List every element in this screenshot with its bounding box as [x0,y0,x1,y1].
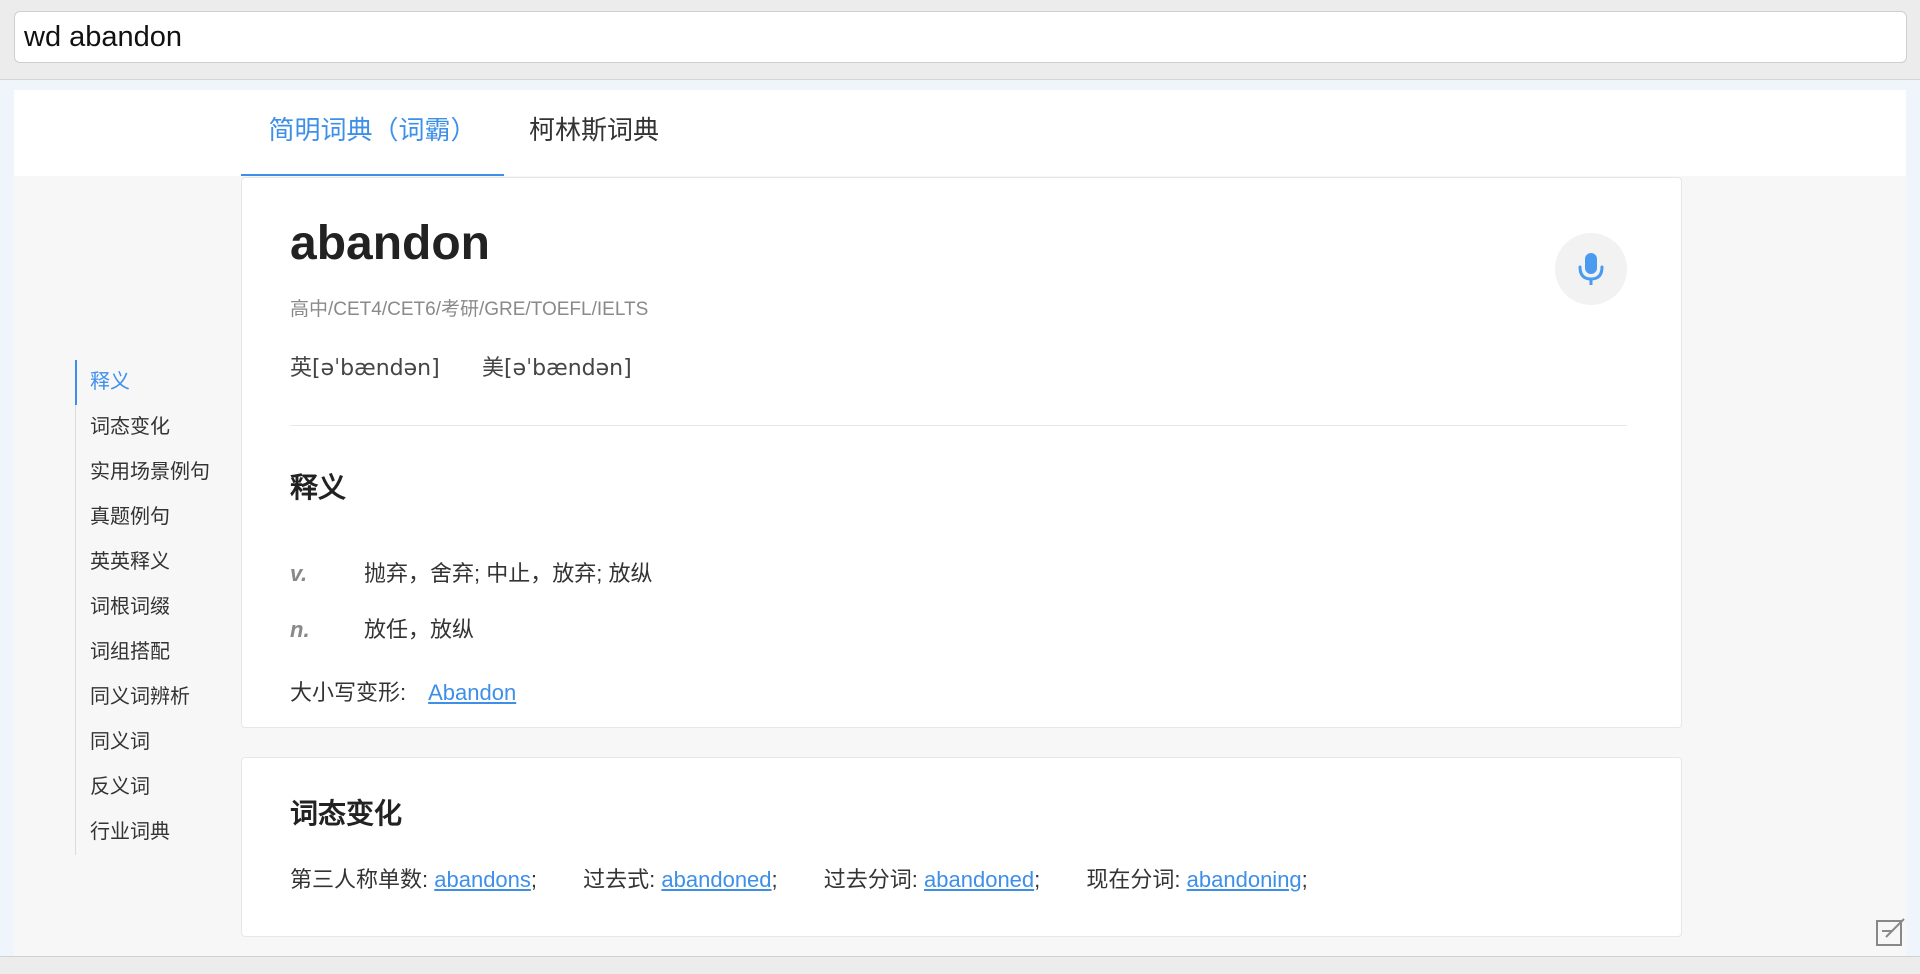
nav-item-synonyms[interactable]: 同义词 [76,720,235,765]
tab-jianming[interactable]: 简明词典（词霸） [241,90,504,176]
definition-row: v. 抛弃，舍弃; 中止，放弃; 放纵 [290,556,652,588]
inflections-card: 词态变化 第三人称单数: abandons; 过去式: abandoned; 过… [241,757,1682,937]
nav-item-industry-dictionary[interactable]: 行业词典 [76,810,235,855]
definition-text: 抛弃，舍弃; 中止，放弃; 放纵 [364,561,653,586]
nav-item-phrases[interactable]: 词组搭配 [76,630,235,675]
level-tags: 高中/CET4/CET6/考研/GRE/TOEFL/IELTS [290,299,649,320]
headword: abandon [290,217,490,270]
section-nav: 释义 词态变化 实用场景例句 真题例句 英英释义 词根词缀 词组搭配 同义词辨析… [75,360,235,855]
definitions-title: 释义 [290,472,347,503]
inflection-separator: ; [1301,867,1308,892]
inflection-third-person: 第三人称单数: abandons; [290,867,537,892]
part-of-speech: n. [290,617,310,642]
part-of-speech: v. [290,561,308,586]
phonetic-us: 美[əˈbændən] [482,356,632,381]
definition-row: n. 放任，放纵 [290,612,474,644]
inflection-present-participle: 现在分词: abandoning; [1086,867,1307,892]
inflection-link[interactable]: abandoned [924,867,1034,892]
inflection-label: 过去式: [583,867,656,892]
divider [290,425,1627,426]
content-area: 简明词典（词霸） 柯林斯词典 释义 词态变化 实用场景例句 真题例句 英英释义 … [0,80,1920,956]
inflection-label: 过去分词: [823,867,918,892]
nav-item-definitions[interactable]: 释义 [75,360,235,405]
inflection-separator: ; [1034,867,1041,892]
nav-item-synonym-analysis[interactable]: 同义词辨析 [76,675,235,720]
search-input[interactable] [14,11,1907,63]
query-bar [0,0,1920,80]
inflection-separator: ; [530,867,538,892]
inflection-label: 现在分词: [1086,867,1181,892]
case-variant-label: 大小写变形: [290,680,407,705]
inflections-title: 词态变化 [290,798,403,829]
inflection-link[interactable]: abandoned [661,867,771,892]
nav-item-antonyms[interactable]: 反义词 [76,765,235,810]
nav-item-english-definitions[interactable]: 英英释义 [76,540,235,585]
nav-item-scenario-examples[interactable]: 实用场景例句 [76,450,235,495]
phonetic-uk: 英[əˈbændən] [290,356,440,381]
nav-item-exam-examples[interactable]: 真题例句 [76,495,235,540]
inflection-past: 过去式: abandoned; [583,867,778,892]
inflection-separator: ; [771,867,778,892]
case-variant-row: 大小写变形: Abandon [290,675,516,707]
nav-item-roots-affixes[interactable]: 词根词缀 [76,585,235,630]
microphone-icon [1578,253,1604,285]
inflection-link[interactable]: abandoning [1187,867,1302,892]
bottom-edge [0,956,1920,974]
definition-card: abandon 高中/CET4/CET6/考研/GRE/TOEFL/IELTS … [241,177,1682,728]
edit-note-icon[interactable] [1874,915,1908,949]
definition-text: 放任，放纵 [364,617,475,642]
nav-item-inflections[interactable]: 词态变化 [76,405,235,450]
pronounce-button[interactable] [1555,233,1627,305]
inflection-label: 第三人称单数: [290,867,429,892]
tab-collins[interactable]: 柯林斯词典 [504,90,684,176]
dictionary-tabs: 简明词典（词霸） 柯林斯词典 [14,90,1906,176]
dictionary-page: 简明词典（词霸） 柯林斯词典 释义 词态变化 实用场景例句 真题例句 英英释义 … [14,90,1906,956]
inflection-link[interactable]: abandons [434,867,531,892]
inflections-row: 第三人称单数: abandons; 过去式: abandoned; 过去分词: … [290,862,1348,894]
inflection-past-participle: 过去分词: abandoned; [824,867,1041,892]
case-variant-link[interactable]: Abandon [428,680,516,705]
